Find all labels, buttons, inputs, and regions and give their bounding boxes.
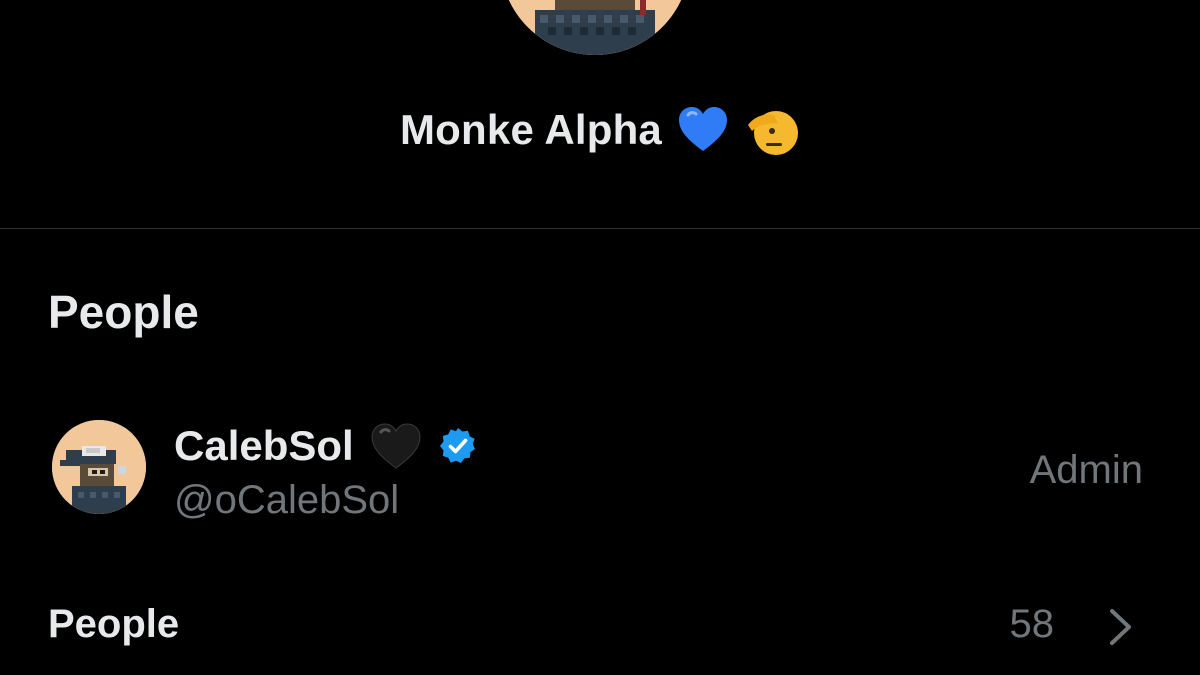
member-display-name: CalebSol	[174, 422, 354, 469]
group-avatar[interactable]	[500, 0, 690, 55]
chevron-right-icon	[1110, 609, 1131, 645]
people-list-link[interactable]: People 58	[0, 590, 1200, 662]
member-handle: @oCalebSol	[174, 478, 400, 522]
section-divider	[0, 228, 1200, 229]
people-count: 58	[1009, 602, 1055, 646]
people-section-title: People	[48, 286, 199, 338]
group-name: Monke Alpha	[400, 106, 662, 153]
member-row[interactable]: CalebSol @oCalebSol Admin	[0, 410, 1200, 525]
blue-heart-icon	[679, 107, 727, 151]
people-link-label: People	[48, 602, 180, 646]
pixel-ape-image	[500, 0, 690, 55]
pixel-ape-avatar-image	[52, 420, 146, 514]
group-title-row: Monke Alpha	[0, 100, 1200, 160]
black-heart-icon	[371, 423, 421, 469]
member-name-line: CalebSol	[174, 418, 478, 474]
avatar[interactable]	[52, 420, 146, 514]
member-role-label: Admin	[1029, 448, 1143, 492]
saluting-face-icon	[748, 111, 798, 155]
verified-badge-icon	[439, 428, 475, 463]
